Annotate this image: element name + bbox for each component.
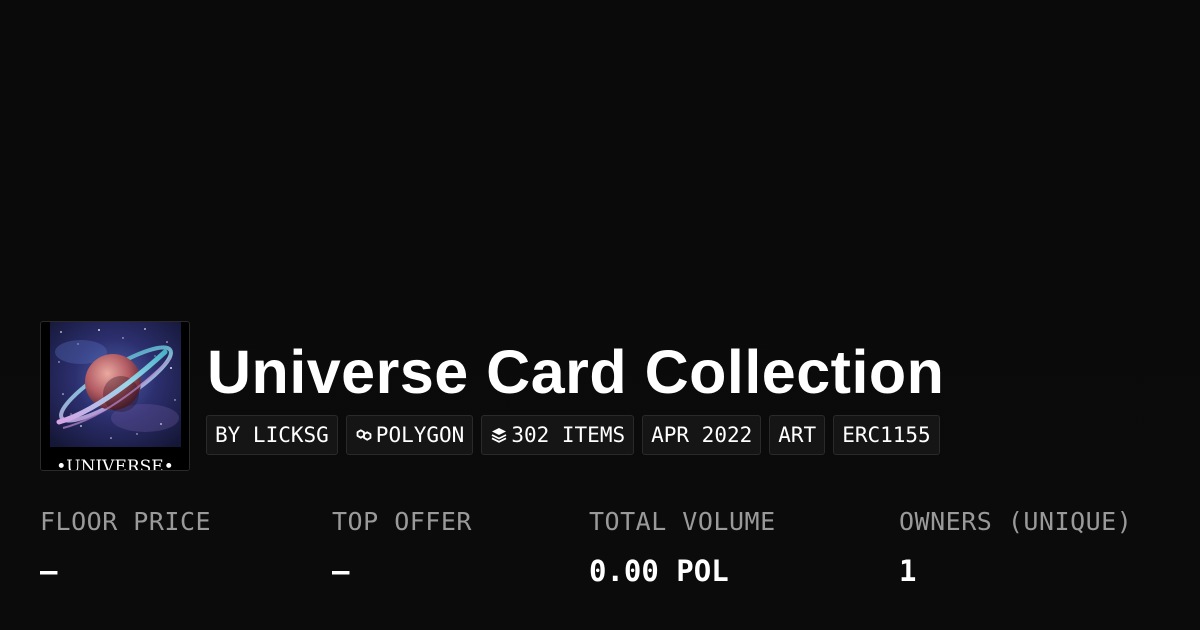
- floor-price-value: –: [40, 554, 58, 588]
- collection-title: Universe Card Collection: [207, 338, 945, 406]
- layers-icon: [490, 426, 508, 444]
- total-volume-stat: TOTAL VOLUME 0.00 POL: [589, 505, 776, 588]
- total-volume-label: TOTAL VOLUME: [589, 507, 776, 536]
- planet-artwork: •UNIVERSE•: [41, 322, 189, 470]
- total-volume-value: 0.00 POL: [589, 554, 729, 588]
- top-offer-stat: TOP OFFER –: [332, 505, 472, 588]
- chain-tag-label: POLYGON: [375, 423, 465, 447]
- chain-tag[interactable]: POLYGON: [345, 415, 474, 455]
- date-tag: APR 2022: [642, 415, 762, 455]
- owners-stat: OWNERS (UNIQUE) 1: [899, 505, 1132, 588]
- floor-price-label: FLOOR PRICE: [40, 507, 212, 536]
- creator-tag-label: BY LICKSG: [215, 423, 329, 447]
- top-offer-label: TOP OFFER: [332, 507, 472, 536]
- category-tag-label: ART: [778, 423, 817, 447]
- items-tag[interactable]: 302 ITEMS: [481, 415, 635, 455]
- creator-tag[interactable]: BY LICKSG: [206, 415, 338, 455]
- top-offer-value: –: [332, 554, 350, 588]
- category-tag[interactable]: ART: [769, 415, 826, 455]
- date-tag-label: APR 2022: [651, 423, 753, 447]
- floor-price-stat: FLOOR PRICE –: [40, 505, 211, 588]
- avatar-caption: •UNIVERSE•: [56, 457, 174, 470]
- collection-card: •UNIVERSE• Universe Card Collection BY L…: [0, 0, 1200, 630]
- collection-tags: BY LICKSG POLYGON 302 ITEMS APR 2022 ART…: [206, 415, 940, 455]
- polygon-icon: [355, 426, 373, 444]
- collection-avatar[interactable]: •UNIVERSE•: [40, 321, 190, 471]
- standard-tag: ERC1155: [833, 415, 940, 455]
- standard-tag-label: ERC1155: [842, 423, 931, 447]
- owners-label: OWNERS (UNIQUE): [899, 507, 1133, 536]
- owners-value: 1: [899, 554, 917, 588]
- items-tag-label: 302 ITEMS: [511, 423, 626, 447]
